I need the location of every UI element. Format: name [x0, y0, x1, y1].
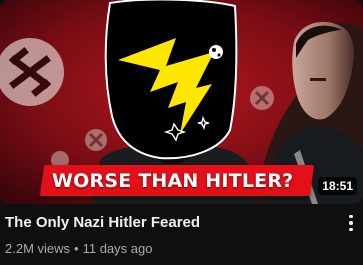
more-vertical-icon[interactable] [343, 212, 359, 234]
planet-icon [209, 45, 223, 59]
duration-badge: 18:51 [318, 177, 357, 195]
video-title[interactable]: The Only Nazi Hitler Feared [5, 214, 330, 232]
upload-age: 11 days ago [82, 241, 153, 256]
view-count: 2.2M views [5, 241, 71, 256]
video-metadata: 2.2M views • 11 days ago [5, 241, 152, 257]
thumbnail-caption: WORSE THAN HITLER? [52, 170, 294, 192]
video-card[interactable]: WORSE THAN HITLER? 18:51 The Only Nazi H… [0, 0, 363, 265]
video-thumbnail[interactable]: WORSE THAN HITLER? 18:51 [0, 0, 363, 204]
meta-separator: • [74, 241, 79, 256]
